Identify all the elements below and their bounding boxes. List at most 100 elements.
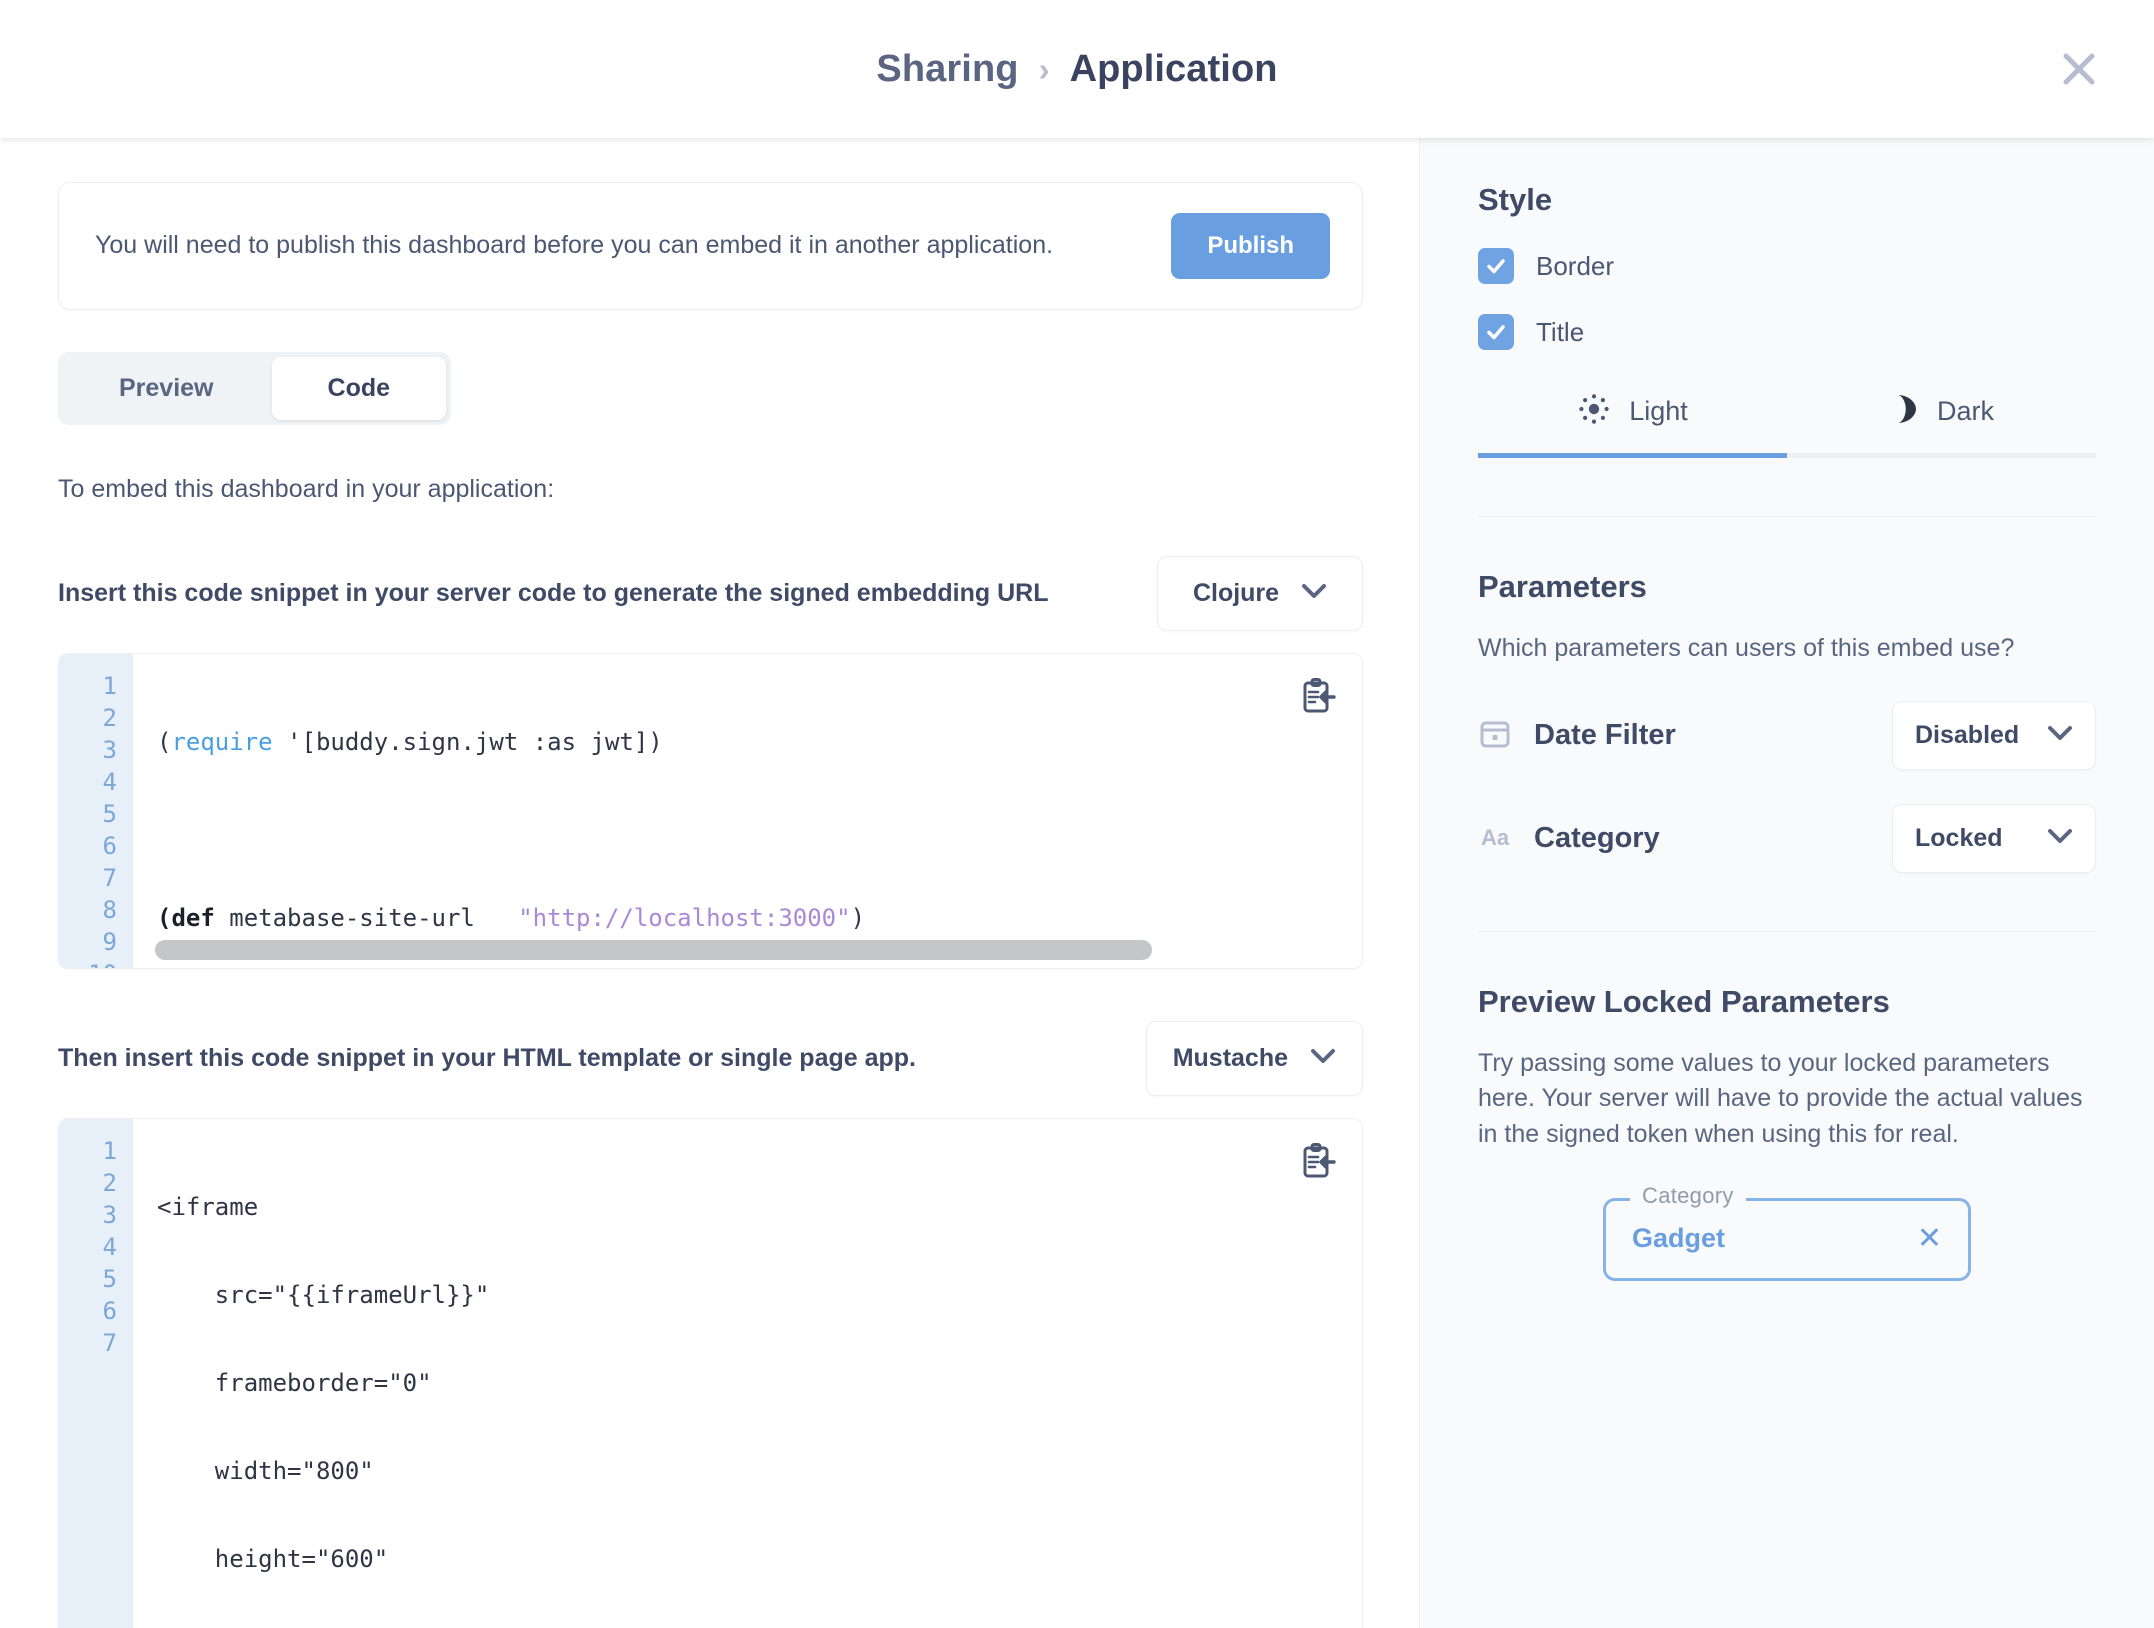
locked-params-description: Try passing some values to your locked p… [1478,1048,2083,1148]
locked-params-heading: Preview Locked Parameters [1478,983,1890,1019]
param-label-group: Aa Category [1478,822,1660,855]
line-number: 2 [102,1169,117,1197]
server-code-text[interactable]: (require '[buddy.sign.jwt :as jwt]) (def… [133,654,1362,968]
locked-param-legend: Category [1630,1183,1746,1209]
checkmark-icon [1478,248,1514,284]
line-number: 5 [102,1265,117,1293]
divider [1478,930,2096,932]
breadcrumb-parent[interactable]: Sharing [876,48,1018,91]
param-value-category: Locked [1915,823,2003,852]
breadcrumb-current: Application [1069,47,1278,90]
breadcrumb: Sharing › Application [876,48,1277,91]
scrollbar-thumb[interactable] [155,940,1153,960]
line-number: 7 [102,864,117,892]
copy-to-clipboard-icon[interactable] [1296,674,1340,718]
modal-header: Sharing › Application [0,0,2154,138]
line-number: 8 [102,896,117,924]
param-row-category: Aa Category Locked [1478,803,2096,873]
param-label-group: Date Filter [1478,716,1676,755]
param-value-date-filter: Disabled [1915,720,2020,749]
line-number: 5 [102,800,117,828]
line-number: 9 [102,928,117,956]
preview-code-tabs: Preview Code [58,352,452,425]
server-code-hscrollbar[interactable] [155,940,1342,960]
chevron-down-icon [1301,583,1327,604]
calendar-icon [1478,716,1512,755]
line-number: 1 [102,672,117,700]
theme-tab-light[interactable]: Light [1478,392,1787,458]
html-code-text[interactable]: <iframe src="{{iframeUrl}}" frameborder=… [133,1119,1362,1628]
theme-dark-label: Dark [1936,396,1994,426]
chevron-down-icon [2047,725,2073,746]
line-number: 6 [102,832,117,860]
embed-instructions: To embed this dashboard in your applicat… [58,475,555,503]
checkbox-title[interactable]: Title [1478,314,2096,350]
embed-code-pane: You will need to publish this dashboard … [0,138,1419,1628]
param-row-date-filter: Date Filter Disabled [1478,700,2096,770]
chevron-down-icon [1310,1048,1336,1069]
html-snippet-header: Then insert this code snippet in your HT… [58,1021,1363,1096]
server-code-gutter: 1 2 3 4 5 6 7 8 9 10 11 12 13 [59,654,133,968]
param-select-category[interactable]: Locked [1892,803,2096,873]
code-line: src="{{iframeUrl}}" [157,1281,490,1309]
close-icon[interactable] [2056,46,2102,92]
line-number: 4 [102,1233,117,1261]
server-snippet-header: Insert this code snippet in your server … [58,556,1363,631]
param-name-category: Category [1534,821,1660,854]
server-language-label: Clojure [1192,579,1280,607]
line-number: 1 [102,1137,117,1165]
clear-icon[interactable]: ✕ [1917,1223,1942,1254]
chevron-right-icon: › [1038,50,1050,88]
server-snippet-title: Insert this code snippet in your server … [58,579,1049,607]
moon-icon [1889,392,1919,431]
sun-icon [1577,392,1611,431]
checkmark-icon [1478,314,1514,350]
line-number: 10 [59,958,133,968]
line-number: 7 [102,1329,117,1357]
checkbox-border-label: Border [1536,250,1615,281]
theme-tab-dark[interactable]: Dark [1787,392,2096,458]
theme-light-label: Light [1629,396,1688,426]
code-line: frameborder="0" [157,1369,432,1397]
line-number: 3 [102,1201,117,1229]
parameters-description: Which parameters can users of this embed… [1478,634,2015,662]
publish-banner-text: You will need to publish this dashboard … [95,231,1054,260]
style-heading: Style [1478,182,1553,217]
line-number: 4 [102,768,117,796]
parameters-heading: Parameters [1478,569,1647,604]
server-code-block[interactable]: 1 2 3 4 5 6 7 8 9 10 11 12 13 [58,653,1363,969]
line-number: 6 [102,1297,117,1325]
embed-sharing-modal: Sharing › Application You will need to p… [0,0,2154,1628]
locked-param-category-field[interactable]: Category Gadget ✕ [1603,1183,1971,1281]
tab-code[interactable]: Code [271,357,447,420]
checkbox-title-label: Title [1536,316,1585,347]
settings-sidebar: Style Border Title Light Dark Parameters… [1419,138,2154,1628]
code-line: (def metabase-site-url "http://localhost… [157,904,866,932]
server-language-select[interactable]: Clojure [1157,556,1363,631]
code-line: height="600" [157,1545,389,1573]
checkbox-border[interactable]: Border [1478,248,2096,284]
line-number: 3 [102,736,117,764]
html-snippet-title: Then insert this code snippet in your HT… [58,1044,916,1072]
code-line: (require '[buddy.sign.jwt :as jwt]) [157,728,663,756]
copy-to-clipboard-icon[interactable] [1296,1139,1340,1183]
text-aa-icon: Aa [1480,825,1510,850]
html-code-block[interactable]: 1 2 3 4 5 6 7 <iframe src="{{iframeUrl}}… [58,1118,1363,1628]
line-number: 2 [102,704,117,732]
code-line: width="800" [157,1457,374,1485]
divider [1478,516,2096,517]
locked-param-value: Gadget [1632,1223,1726,1253]
html-language-select[interactable]: Mustache [1145,1021,1363,1096]
modal-body: You will need to publish this dashboard … [0,138,2154,1628]
theme-toggle: Light Dark [1478,392,2096,458]
html-code-gutter: 1 2 3 4 5 6 7 [59,1119,133,1628]
html-language-label: Mustache [1172,1044,1288,1072]
param-name-date-filter: Date Filter [1534,718,1676,751]
chevron-down-icon [2047,828,2073,849]
tab-preview[interactable]: Preview [63,357,270,420]
publish-banner: You will need to publish this dashboard … [58,182,1363,310]
publish-button[interactable]: Publish [1171,213,1330,279]
code-line: <iframe [157,1193,259,1221]
param-select-date-filter[interactable]: Disabled [1892,700,2096,770]
